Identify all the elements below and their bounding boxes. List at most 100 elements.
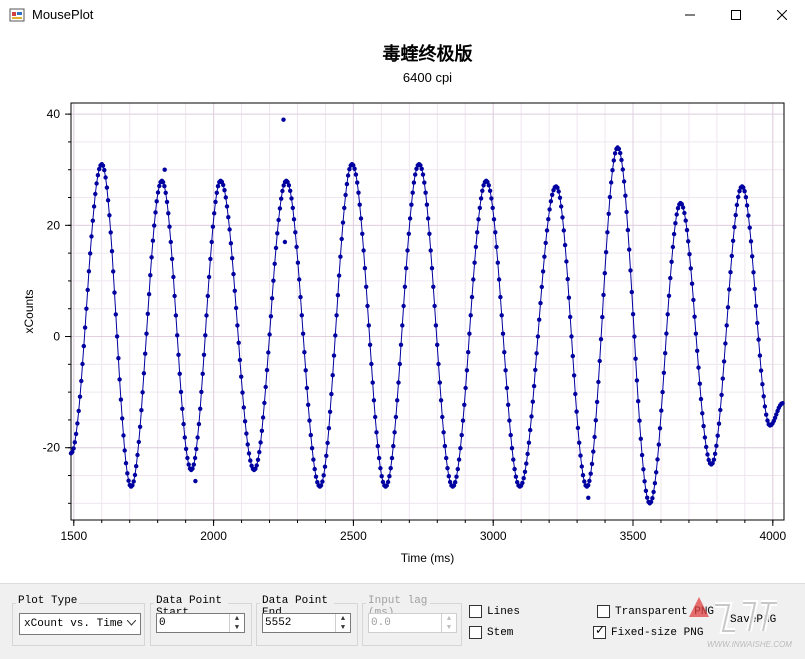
plot-type-select[interactable]: xCount vs. Time (19, 613, 141, 635)
data-point (320, 479, 325, 484)
data-point (720, 376, 725, 381)
data-point (313, 474, 319, 479)
data-point (407, 216, 413, 221)
up-arrow-icon[interactable]: ▲ (230, 614, 244, 623)
close-button[interactable] (759, 0, 805, 30)
data-point (155, 190, 161, 195)
data-point (103, 175, 108, 180)
stem-label: Stem (487, 626, 514, 639)
data-point (419, 166, 424, 171)
data-point (369, 361, 374, 367)
outlier-point (162, 167, 167, 172)
data-point (627, 247, 632, 252)
data-point (504, 385, 510, 391)
data-point (601, 292, 606, 298)
data-point (356, 190, 361, 195)
minimize-button[interactable] (667, 0, 713, 30)
data-point (333, 333, 338, 338)
data-point (442, 443, 448, 449)
data-point (300, 331, 306, 336)
data-point (404, 266, 409, 271)
data-point (634, 378, 640, 383)
transparent-png-checkbox-box[interactable] (597, 605, 610, 618)
data-point (600, 314, 605, 320)
data-point (556, 189, 561, 194)
up-arrow-icon[interactable]: ▲ (336, 614, 350, 623)
data-point (245, 442, 250, 447)
data-point (746, 213, 751, 218)
end-spinner[interactable]: ▲▼ (262, 613, 351, 633)
lines-checkbox-box[interactable] (469, 605, 482, 618)
data-point (705, 452, 710, 457)
down-arrow-icon[interactable]: ▼ (230, 623, 244, 632)
data-point (318, 483, 324, 488)
data-point (597, 358, 602, 364)
data-point (160, 180, 166, 185)
data-point (391, 443, 396, 449)
down-arrow-icon[interactable]: ▼ (336, 623, 350, 632)
fixed-size-png-checkbox-box[interactable]: ✓ (593, 624, 606, 639)
data-point (693, 331, 699, 336)
outlier-point (281, 117, 286, 122)
data-point (154, 199, 159, 204)
data-point (440, 414, 445, 420)
data-point (700, 411, 705, 416)
data-point (548, 199, 554, 204)
data-point (606, 211, 611, 216)
data-point (132, 472, 138, 478)
data-point (145, 311, 150, 316)
data-point (342, 205, 347, 211)
data-point (233, 305, 239, 311)
data-point (756, 337, 761, 342)
data-point (535, 334, 541, 339)
data-point (398, 342, 404, 347)
data-point (125, 471, 130, 476)
data-point (445, 466, 450, 471)
data-point (719, 392, 724, 398)
data-point (542, 254, 547, 259)
data-point (93, 191, 98, 197)
data-point (589, 461, 595, 467)
data-point (607, 194, 613, 200)
start-input[interactable] (159, 615, 229, 631)
data-point (463, 385, 468, 391)
data-point (194, 446, 199, 452)
end-input[interactable] (265, 615, 335, 631)
data-point (587, 478, 592, 484)
watermark-logo: WWW.INWAISHE.COM (689, 597, 792, 649)
data-point (755, 320, 760, 326)
maximize-button[interactable] (713, 0, 759, 30)
data-point (682, 210, 687, 216)
data-point (227, 227, 232, 232)
data-point (108, 230, 113, 235)
lines-checkbox[interactable]: Lines (469, 605, 520, 618)
data-point (438, 398, 444, 403)
data-point (512, 466, 517, 472)
data-point (520, 480, 525, 486)
data-point (254, 463, 259, 468)
data-point (727, 287, 732, 292)
data-point (268, 314, 274, 319)
data-point (325, 440, 330, 446)
data-point (76, 408, 81, 414)
data-point (406, 231, 411, 236)
data-point (429, 266, 435, 271)
data-point (385, 479, 391, 485)
data-point (401, 303, 406, 309)
data-point (126, 478, 131, 483)
data-point (437, 380, 442, 385)
data-point (420, 172, 426, 177)
data-point (688, 266, 693, 271)
stem-checkbox[interactable]: Stem (469, 626, 513, 639)
data-point (357, 202, 362, 207)
data-point (655, 457, 660, 462)
start-spinner[interactable]: ▲▼ (156, 613, 245, 633)
data-point (226, 215, 231, 220)
stem-checkbox-box[interactable] (469, 626, 482, 639)
data-point (121, 433, 126, 438)
series-line (70, 146, 783, 505)
data-point (293, 230, 298, 235)
data-point (208, 256, 213, 262)
data-point (751, 270, 756, 275)
data-point (524, 461, 529, 466)
